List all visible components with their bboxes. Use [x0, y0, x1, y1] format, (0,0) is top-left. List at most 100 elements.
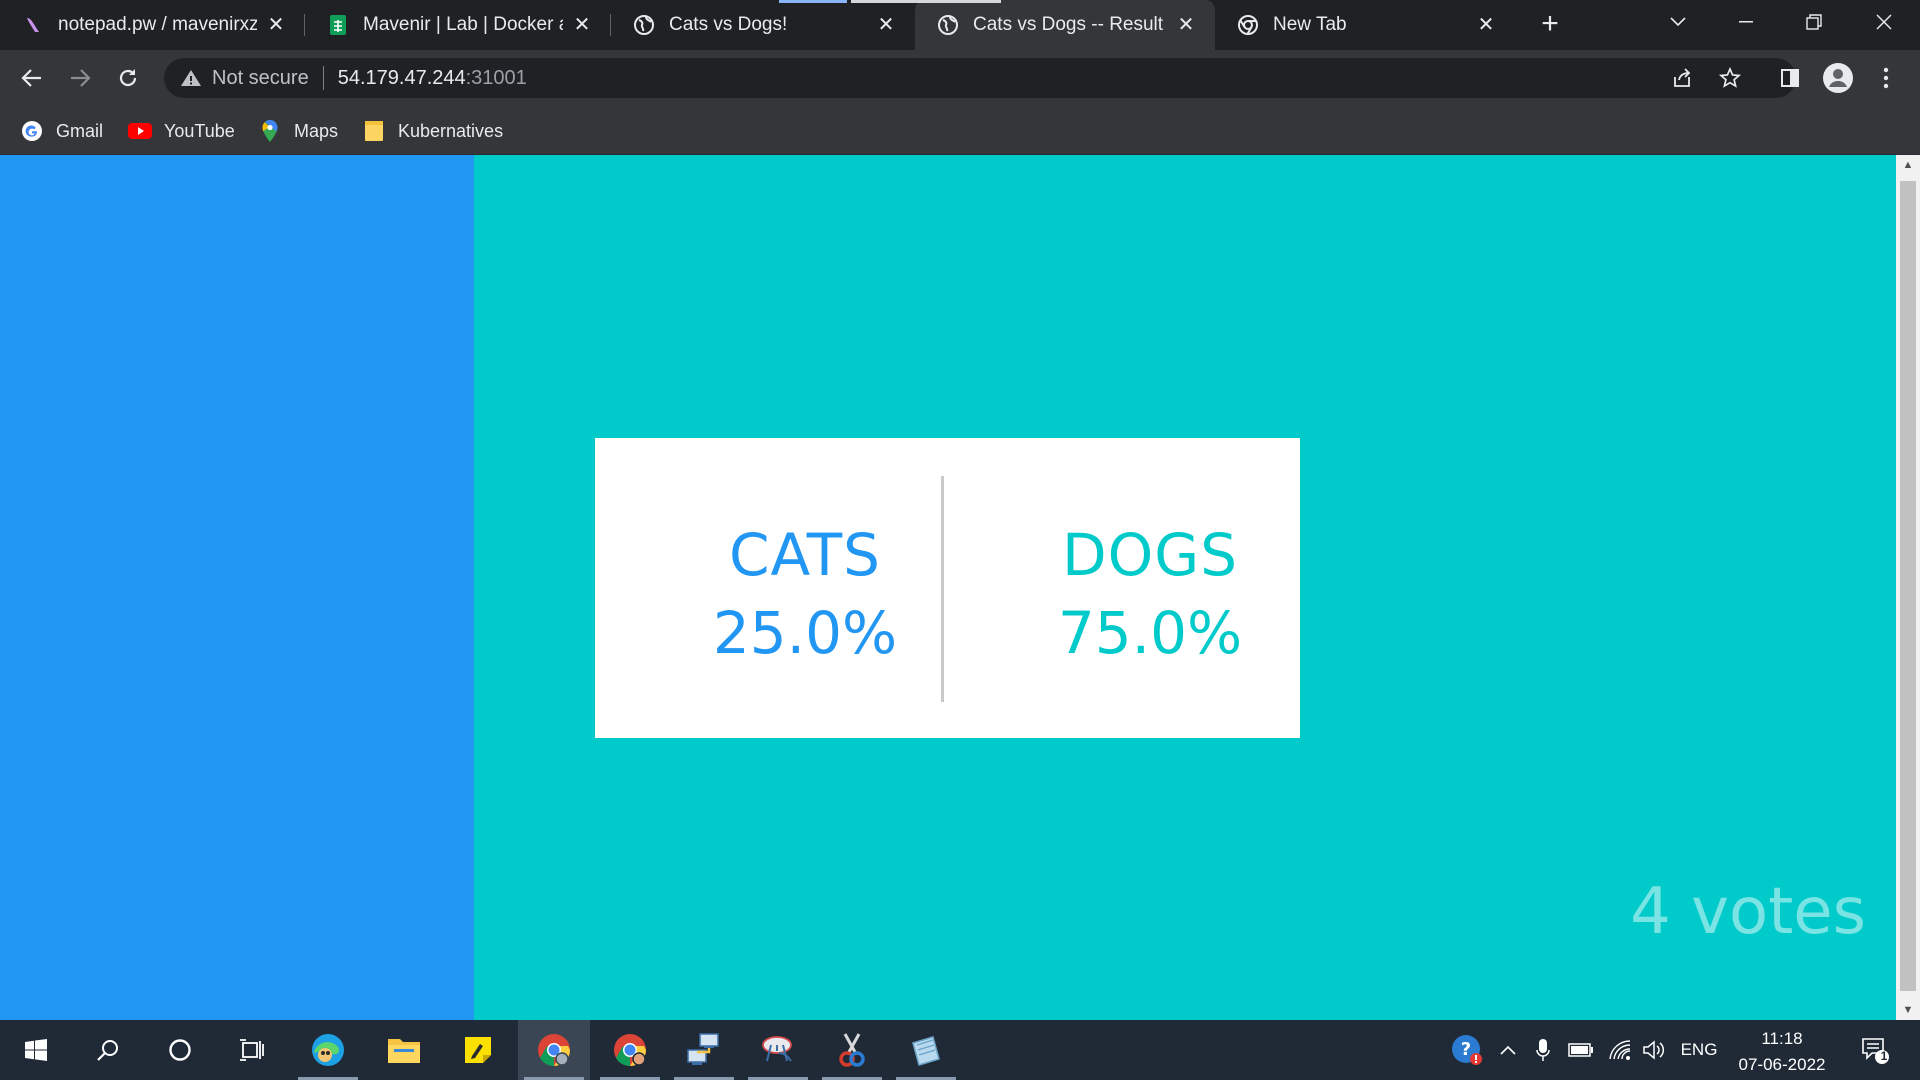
clock-time: 11:18: [1761, 1029, 1803, 1048]
tab-new-tab[interactable]: New Tab ✕: [1215, 0, 1515, 50]
close-tab-icon[interactable]: ✕: [1175, 14, 1197, 36]
bookmarks-bar: Gmail YouTube Maps Kubernatives: [0, 106, 1920, 155]
minimize-icon: [1739, 21, 1753, 23]
microphone-tray-button[interactable]: [1528, 1020, 1558, 1080]
dogs-label: DOGS: [1061, 521, 1239, 589]
notepad-app[interactable]: [890, 1020, 962, 1080]
url-host: 54.179.47.244: [337, 66, 466, 89]
bookmark-youtube[interactable]: YouTube: [128, 118, 235, 144]
language-indicator[interactable]: ENG: [1676, 1020, 1722, 1080]
address-bar[interactable]: Not secure 54.179.47.244:31001: [164, 58, 1796, 98]
snipping-tool-icon: [839, 1033, 865, 1067]
task-view-icon: [240, 1039, 264, 1061]
chrome-icon: [1237, 14, 1259, 36]
share-button[interactable]: [1664, 60, 1700, 96]
close-tab-icon[interactable]: ✕: [571, 14, 593, 36]
bookmark-label: Maps: [294, 120, 339, 141]
menu-button[interactable]: [1868, 60, 1904, 96]
start-button[interactable]: [0, 1020, 72, 1080]
notifications-button[interactable]: 1: [1852, 1020, 1898, 1080]
cats-background-panel: [0, 155, 474, 1020]
tab-notepad[interactable]: notepad.pw / mavenirxz-l ✕: [0, 0, 305, 50]
youtube-icon: [128, 119, 152, 143]
minimize-button[interactable]: [1712, 0, 1780, 44]
file-explorer-icon: [388, 1039, 420, 1063]
battery-icon: [1568, 1043, 1593, 1057]
notification-count-badge: 1: [1880, 1049, 1888, 1063]
tab-mavenir-lab[interactable]: Mavenir | Lab | Docker and ✕: [305, 0, 611, 50]
arrow-left-icon: [21, 69, 41, 87]
tab-title: Mavenir | Lab | Docker and: [363, 14, 563, 35]
sticky-notes-app[interactable]: [442, 1020, 514, 1080]
side-panel-button[interactable]: [1772, 60, 1808, 96]
close-tab-icon[interactable]: ✕: [265, 14, 287, 36]
cats-result: CATS 25.0%: [655, 516, 955, 672]
restore-button[interactable]: [1780, 0, 1848, 44]
url-port: :31001: [465, 66, 527, 89]
help-tray-button[interactable]: ?: [1444, 1020, 1490, 1080]
reload-button[interactable]: [110, 60, 146, 96]
close-tab-icon[interactable]: ✕: [875, 14, 897, 36]
back-button[interactable]: [14, 60, 50, 96]
bookmark-label: Gmail: [56, 120, 104, 141]
google-icon: [20, 119, 44, 143]
cortana-button[interactable]: [144, 1020, 216, 1080]
reload-icon: [119, 69, 137, 87]
tab-title: New Tab: [1273, 14, 1347, 35]
satellite-dish-icon: [762, 1036, 792, 1062]
chevron-down-icon: [1670, 17, 1686, 27]
network-tool-icon: [687, 1033, 719, 1065]
chrome-profile-app[interactable]: [594, 1020, 666, 1080]
page-viewport: CATS 25.0% DOGS 75.0% 4 votes: [0, 155, 1896, 1020]
close-tab-icon[interactable]: ✕: [1475, 14, 1497, 36]
satellite-app[interactable]: [742, 1020, 814, 1080]
volume-tray-button[interactable]: [1638, 1020, 1670, 1080]
forward-button[interactable]: [62, 60, 98, 96]
tab-search-button[interactable]: [1644, 0, 1712, 44]
scrollbar-thumb[interactable]: [1900, 181, 1916, 991]
show-hidden-icons-button[interactable]: [1496, 1020, 1520, 1080]
scroll-down-icon[interactable]: ▼: [1896, 1000, 1920, 1020]
kebab-menu-icon: [1883, 67, 1889, 89]
bookmark-folder-kubernatives[interactable]: Kubernatives: [362, 118, 503, 144]
network-tray-button[interactable]: [1604, 1020, 1636, 1080]
search-button[interactable]: [72, 1020, 144, 1080]
microphone-icon: [1536, 1039, 1550, 1061]
clock[interactable]: 11:18 07-06-2022: [1728, 1026, 1836, 1078]
chrome-app[interactable]: [518, 1020, 590, 1080]
cats-percentage: 25.0%: [712, 599, 898, 667]
folder-icon: [362, 119, 386, 143]
omnibox-divider: [322, 66, 324, 90]
profile-button[interactable]: [1820, 60, 1856, 96]
notepad-icon: [22, 14, 44, 36]
battery-tray-button[interactable]: [1564, 1020, 1598, 1080]
edge-app[interactable]: [292, 1020, 364, 1080]
windows-taskbar: ? ENG 11:18 07-06-2022 1: [0, 1020, 1920, 1080]
task-view-button[interactable]: [216, 1020, 288, 1080]
tab-cats-vs-dogs-result[interactable]: Cats vs Dogs -- Result ✕: [851, 0, 1215, 50]
search-icon: [97, 1040, 118, 1061]
warning-icon[interactable]: [180, 67, 202, 89]
globe-icon: [633, 14, 655, 36]
security-status[interactable]: Not secure: [212, 67, 309, 90]
side-panel-icon: [1781, 69, 1799, 87]
sheets-icon: [327, 14, 349, 36]
file-explorer-app[interactable]: [368, 1020, 440, 1080]
maps-icon: [258, 119, 282, 143]
speaker-icon: [1643, 1040, 1665, 1060]
bookmark-gmail[interactable]: Gmail: [20, 118, 103, 144]
scroll-up-icon[interactable]: ▲: [1896, 155, 1920, 175]
snipping-tool-app[interactable]: [816, 1020, 888, 1080]
windows-start-icon: [25, 1039, 47, 1061]
notepad-tool-icon: [912, 1036, 940, 1066]
bookmark-star-button[interactable]: [1712, 60, 1748, 96]
share-icon: [1674, 68, 1691, 87]
help-icon: ?: [1452, 1035, 1482, 1065]
new-tab-button[interactable]: +: [1534, 8, 1566, 40]
network-tool-app[interactable]: [668, 1020, 740, 1080]
page-scrollbar[interactable]: ▲ ▼: [1896, 155, 1920, 1020]
sticky-notes-icon: [465, 1037, 491, 1063]
tab-cats-vs-dogs[interactable]: Cats vs Dogs! ✕: [611, 0, 915, 50]
bookmark-maps[interactable]: Maps: [258, 118, 338, 144]
close-window-button[interactable]: [1850, 0, 1918, 44]
